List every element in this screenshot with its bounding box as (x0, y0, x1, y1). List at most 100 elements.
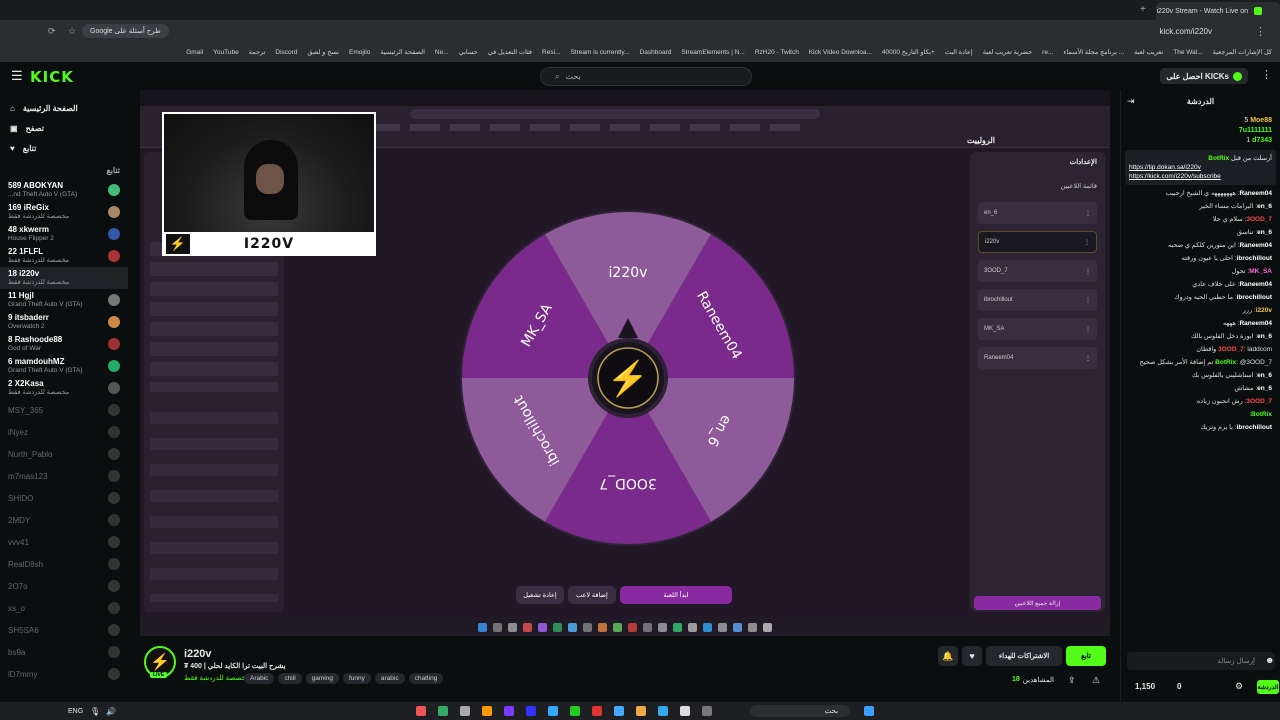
pinned-link-subscribe[interactable]: https://kick.com/i220v/subscribe (1129, 172, 1272, 181)
bookmark-item[interactable]: Ne... (435, 49, 449, 56)
bookmark-item[interactable]: الصفحة الرئيسية (380, 48, 425, 56)
emoji-icon[interactable]: ☻ (1265, 655, 1274, 665)
taskbar-app-icon[interactable] (643, 622, 652, 632)
taskbar-app-icon[interactable] (658, 622, 667, 632)
taskbar-app-icon[interactable] (583, 622, 592, 632)
tab-active[interactable]: i220v Stream - Watch Live on (1156, 2, 1280, 20)
bookmark-item[interactable]: حضرية تعريب لعبة (983, 48, 1032, 56)
sidebar-channel[interactable]: 2 X2Kasa مخصصة للدردشة فقط (0, 377, 128, 399)
taskbar-search[interactable]: بحث (750, 705, 850, 717)
drag-handle-icon[interactable]: ⋮ (1084, 239, 1090, 246)
chat-username[interactable]: Raneem04 (1239, 242, 1272, 249)
sidebar-channel[interactable]: 589 ABOKYAN ...nd Theft Auto V (GTA) (0, 179, 128, 201)
new-tab-button[interactable]: + (1140, 4, 1146, 15)
bookmark-item[interactable]: نسخ و لصق (307, 48, 339, 56)
taskbar-app-icon[interactable] (553, 622, 562, 632)
sidebar-channel[interactable]: RealD8sh (0, 553, 128, 575)
sidebar-channel[interactable]: MSY_365 (0, 399, 128, 421)
stream-tag[interactable]: chatting (408, 673, 444, 684)
os-app-icon[interactable] (702, 706, 712, 716)
sidebar-channel[interactable]: 18 i220v مخصصة للدردشة فقط (0, 267, 128, 289)
bookmark-item[interactable]: برنامج مجلة الأسماء ... (1063, 48, 1124, 56)
remove-all-button[interactable]: إزالة جميع اللاعبين (974, 596, 1101, 610)
chat-username[interactable]: BotRix (1215, 359, 1236, 366)
sidebar-channel[interactable]: 2MDY (0, 509, 128, 531)
chat-send-button[interactable]: الدردشة (1257, 680, 1279, 694)
bookmark-item[interactable]: Discord (275, 49, 297, 56)
bookmark-item[interactable]: RzH20 - Twitch (755, 49, 799, 56)
drag-handle-icon[interactable]: ⋮ (1085, 268, 1091, 275)
sidebar-channel[interactable]: 2O7o (0, 575, 128, 597)
sidebar-channel[interactable]: SHIDO (0, 487, 128, 509)
chat-username[interactable]: en_6 (1257, 372, 1272, 379)
sidebar-channel[interactable]: iNyez (0, 421, 128, 443)
drag-handle-icon[interactable]: ⋮ (1085, 297, 1091, 304)
os-app-icon[interactable] (614, 706, 624, 716)
stream-tag[interactable]: funny (342, 673, 371, 684)
chat-username[interactable]: 3OOD_7 (1246, 398, 1272, 405)
stream-tag[interactable]: arabic (374, 673, 405, 684)
menu-dots-icon[interactable]: ⋮ (1255, 25, 1266, 38)
player-row[interactable]: ibrochillout ⋮ (978, 289, 1097, 311)
sidebar-channel[interactable]: lD7mmy (0, 663, 128, 685)
collapse-chat-icon[interactable]: ⇥ (1127, 96, 1135, 107)
os-app-icon[interactable] (526, 706, 536, 716)
chat-username[interactable]: en_6 (1257, 333, 1272, 340)
os-app-icon[interactable] (460, 706, 470, 716)
hamburger-icon[interactable]: ☰ (11, 68, 23, 84)
bookmark-item[interactable]: كل الإشارات المرجعية (1213, 48, 1272, 56)
os-app-icon[interactable] (504, 706, 514, 716)
chat-username[interactable]: 3OOD_7 (1246, 216, 1272, 223)
bookmark-item[interactable]: StreamElements | N... (681, 49, 744, 56)
kick-logo[interactable]: KICK (30, 68, 74, 86)
chat-username[interactable]: ibrochillout (1237, 424, 1272, 431)
os-app-icon[interactable] (658, 706, 668, 716)
taskbar-app-icon[interactable] (598, 622, 607, 632)
pinned-link-tip[interactable]: https://tip.dokan.sa/i220v (1129, 163, 1272, 172)
taskbar-app-icon[interactable] (538, 622, 547, 632)
bookmark-item[interactable]: Stream is currently... (570, 49, 629, 56)
taskbar-app-icon[interactable] (748, 622, 757, 632)
mic-icon[interactable]: 🎙 (90, 707, 100, 716)
os-app-icon[interactable] (592, 706, 602, 716)
search-input[interactable]: ⌕ بحث (540, 67, 752, 86)
bookmark-item[interactable]: Resi... (542, 49, 560, 56)
get-kicks-button[interactable]: احصل على KICKs (1160, 68, 1248, 84)
volume-icon[interactable]: 🔊 (106, 707, 116, 716)
top-gifter[interactable]: 7u1111111 (1129, 126, 1272, 136)
stream-tag[interactable]: chill (278, 673, 302, 684)
taskbar-app-icon[interactable] (703, 622, 712, 632)
star-icon[interactable]: ☆ (68, 26, 76, 37)
chat-username[interactable]: BotRix (1251, 411, 1272, 418)
start-button[interactable] (864, 706, 874, 716)
lang-indicator[interactable]: ENG (68, 708, 83, 715)
chat-username[interactable]: i220v (1256, 307, 1272, 314)
chat-username[interactable]: Raneem04 (1239, 281, 1272, 288)
bookmark-item[interactable]: Gmail (186, 49, 203, 56)
bookmark-item[interactable]: Emojilo (349, 49, 370, 56)
nav-item-0[interactable]: ⌂ الصفحة الرئيسية (0, 98, 128, 118)
taskbar-app-icon[interactable] (493, 622, 502, 632)
bookmark-item[interactable]: إعادة البث (945, 48, 973, 56)
add-player-button[interactable]: إضافة لاعب (568, 586, 616, 604)
drag-handle-icon[interactable]: ⋮ (1085, 326, 1091, 333)
drag-handle-icon[interactable]: ⋮ (1085, 355, 1091, 362)
chat-username[interactable]: en_6 (1257, 203, 1272, 210)
restart-button[interactable]: إعادة تشغيل (516, 586, 564, 604)
sidebar-channel[interactable]: vvv41 (0, 531, 128, 553)
chat-username[interactable]: MK_SA (1249, 268, 1272, 275)
nav-item-2[interactable]: ♥ تتابع (0, 138, 128, 158)
os-app-icon[interactable] (416, 706, 426, 716)
taskbar-app-icon[interactable] (688, 622, 697, 632)
sidebar-channel[interactable]: 11 Hgjl Grand Theft Auto V (GTA) (0, 289, 128, 311)
os-app-icon[interactable] (438, 706, 448, 716)
sidebar-channel[interactable]: 9 itsbaderr Overwatch 2 (0, 311, 128, 333)
stream-tag[interactable]: Arabic (244, 673, 275, 684)
taskbar-app-icon[interactable] (628, 622, 637, 632)
taskbar-app-icon[interactable] (763, 622, 772, 632)
stream-category[interactable]: مخصصة للدردشة فقط (184, 674, 250, 682)
sidebar-channel[interactable]: 22 1FLFL مخصصة للدردشة فقط (0, 245, 128, 267)
sidebar-channel[interactable]: SH5SA6 (0, 619, 128, 641)
top-gifter[interactable]: 5 Moe88 (1129, 116, 1272, 126)
chat-username[interactable]: Raneem04 (1239, 190, 1272, 197)
